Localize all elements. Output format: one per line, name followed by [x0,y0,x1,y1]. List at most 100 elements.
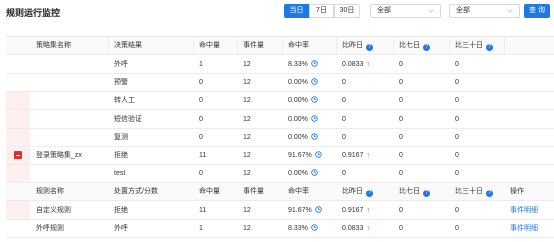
vs-yesterday: 0 [342,170,346,178]
rule-name: 外呼规则 [36,224,64,232]
vs-7-days: 0 [399,170,403,178]
event-count: 12 [243,170,251,178]
hit-count: 0 [199,115,203,123]
vs-7-days: 0 [399,61,403,68]
rule-monitor-table: 登录策略集_zx 策略集名称 决策结果 命中量 事件量 命中率 比昨日? 比七日? 比三十日?… [6,36,554,238]
column-divider [393,37,394,55]
filter-select-1[interactable]: 全部 [370,4,441,18]
vs-30-days: 0 [455,79,459,87]
column-header: 命中量 [199,188,220,196]
hit-count: 0 [199,79,203,87]
arrow-up-icon: ↑ [366,61,370,68]
column-divider [504,37,505,55]
hit-rate: 91.67% [288,202,322,220]
filter-select-2[interactable]: 全部 [449,4,520,18]
vs-7-days: 0 [399,224,403,232]
rule-name: 自定义规则 [36,206,71,214]
clock-icon[interactable] [311,96,318,104]
vs-30-days: 0 [455,224,459,232]
event-count: 12 [243,133,251,141]
column-divider [449,37,450,55]
vs-yesterday: 0.0833 ↑ [342,224,370,232]
event-count: 12 [243,61,251,68]
vs-yesterday: 0 [342,79,346,87]
hit-rate: 91.67% [288,147,322,165]
range-30d-button[interactable]: 30日 [334,4,360,18]
column-header: 比三十日? [455,37,493,55]
question-circle-icon[interactable]: ? [423,190,430,198]
vs-yesterday: 0 [342,133,346,141]
rule-header-row: 规则名称 处置方式/分数 命中量 事件量 命中率 比昨日? 比七日? 比三十日? 操作 [6,183,554,202]
arrow-up-icon: ↑ [366,206,370,214]
question-circle-icon[interactable]: ? [366,190,373,198]
hit-count: 1 [199,224,203,232]
filter-select-1-value: 全部 [377,7,391,14]
vs-7-days: 0 [399,79,403,87]
column-header: 比昨日? [342,37,373,55]
vs-7-days: 0 [399,133,403,141]
table-row: 外呼 1 12 8.33% 0.0833 ↑ 0 0 [6,56,554,74]
clock-icon[interactable] [311,78,318,85]
arrow-up-icon: ↑ [366,224,370,232]
rule-row: 外呼规则 外呼 1 12 8.33% 0.0833 ↑ 0 0 事件明细 [6,220,554,238]
rule-action: 外呼 [114,224,128,232]
column-header: 事件量 [243,188,264,196]
hit-count: 11 [199,152,207,159]
table-row: 预警 0 12 0.00% 0 0 0 [6,74,554,93]
hit-count: 0 [199,170,203,178]
column-divider [108,37,109,55]
clock-icon[interactable] [311,169,318,176]
event-count: 12 [243,152,251,159]
column-header: 命中量 [199,42,220,49]
vs-30-days: 0 [455,61,459,68]
vs-30-days: 0 [455,97,459,105]
hit-count: 11 [199,206,207,214]
question-circle-icon[interactable]: ? [366,44,373,51]
clock-icon[interactable] [315,151,322,158]
clock-icon[interactable] [311,60,318,67]
vs-30-days: 0 [455,115,459,123]
clock-icon[interactable] [311,114,318,122]
column-header: 比七日? [399,183,430,201]
column-divider [282,37,283,55]
hit-rate: 8.33% [288,220,318,238]
column-header: 命中率 [288,42,309,49]
column-header: 命中率 [288,188,309,196]
column-header: 事件量 [243,42,264,49]
table-row: test 0 12 0.00% 0 0 0 [6,165,554,184]
event-count: 12 [243,97,251,105]
decision-result: 复测 [114,133,128,141]
decision-result: 拒绝 [114,152,128,159]
query-button[interactable]: 查 询 [524,4,550,18]
event-count: 12 [243,224,251,232]
hit-count: 1 [199,61,203,68]
event-count: 12 [243,115,251,123]
clock-icon[interactable] [315,205,322,213]
chevron-down-icon [428,9,434,13]
rule-row: 自定义规则 拒绝 11 12 91.67% 0.9167 ↑ 0 0 事件明细 [6,202,554,220]
vs-30-days: 0 [455,170,459,178]
filter-select-2-value: 全部 [456,7,470,14]
question-circle-icon[interactable]: ? [423,44,430,51]
table-header-row: 策略集名称 决策结果 命中量 事件量 命中率 比昨日? 比七日? 比三十日? [6,37,554,55]
event-detail-link[interactable]: 事件明细 [510,220,538,238]
question-circle-icon[interactable]: ? [486,44,493,51]
table-row: 复测 0 12 0.00% 0 0 0 [6,129,554,147]
column-header: 比七日? [399,37,430,55]
vs-30-days: 0 [455,206,459,214]
decision-result: 转人工 [114,97,135,105]
event-count: 12 [243,206,251,214]
column-header: 比昨日? [342,183,373,201]
event-detail-link[interactable]: 事件明细 [510,202,538,220]
table-row: 拒绝 11 12 91.67% 0.9167 ↑ 0 0 [6,147,554,165]
range-today-button[interactable]: 当日 [284,4,309,18]
clock-icon[interactable] [311,133,318,140]
decision-result: 外呼 [114,61,128,68]
decision-result: 预警 [114,79,128,87]
clock-icon[interactable] [311,224,318,231]
vs-7-days: 0 [399,97,403,105]
hit-rate: 8.33% [288,56,318,74]
question-circle-icon[interactable]: ? [486,190,493,198]
range-7d-button[interactable]: 7日 [309,4,334,18]
hit-rate: 0.00% [288,129,318,147]
